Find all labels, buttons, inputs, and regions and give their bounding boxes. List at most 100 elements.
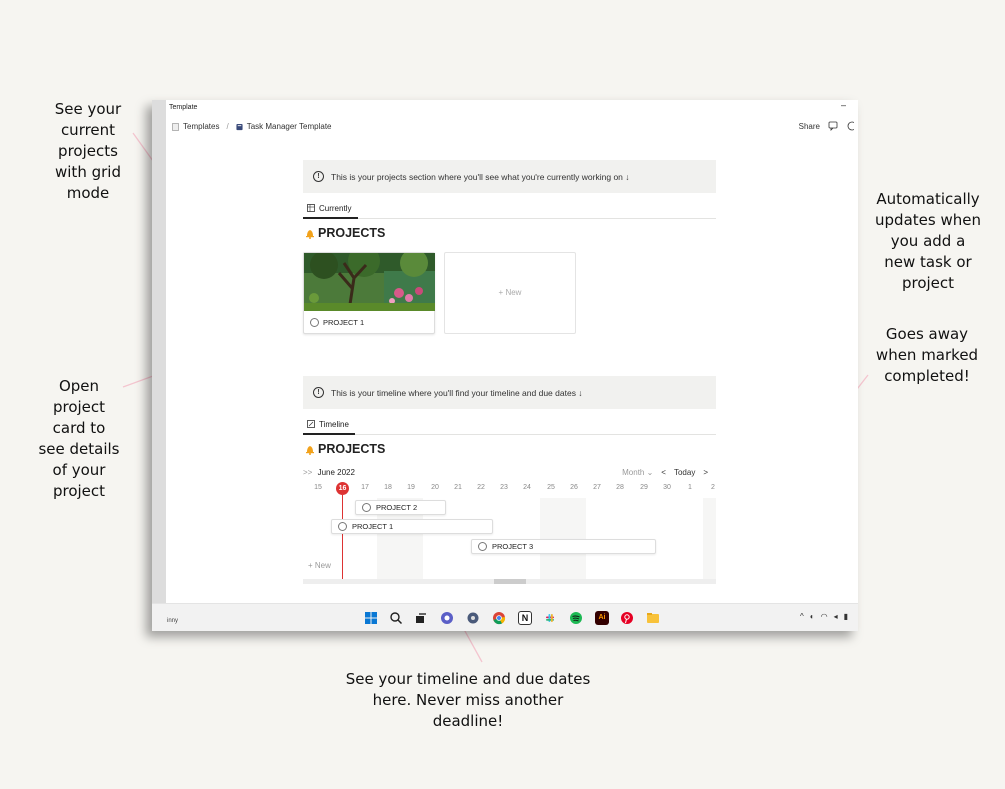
breadcrumb-templates[interactable]: Templates [183,122,219,131]
tab-active-indicator [303,217,358,219]
day-label: 25 [547,484,555,491]
day-label: 2 [711,484,715,491]
day-label: 26 [570,484,578,491]
taskbar-user-label: inny [167,618,179,624]
day-label: 15 [314,484,322,491]
day-label: 23 [500,484,508,491]
weekend-shade [703,498,716,582]
status-circle-icon [362,503,371,512]
projects-heading: PROJECTS [305,226,385,240]
system-tray: ^ ◐ ◠ ◂ ▮ [800,612,848,621]
timeline-callout-text: This is your timeline where you'll find … [331,387,583,398]
breadcrumb-separator: / [226,122,229,131]
month-text: June 2022 [317,468,355,477]
task-view-icon[interactable] [414,611,428,625]
tab-currently-label: Currently [319,203,352,213]
project-card-label: PROJECT 1 [323,318,365,327]
title-bar: Template – [152,100,858,118]
notebook-icon [236,123,243,130]
expand-icon[interactable]: >> [303,468,312,477]
tab-divider [303,434,716,435]
illustrator-icon[interactable]: Ai [595,611,609,625]
annotation-goes-away: Goes away when marked completed! [875,325,979,385]
timeline-bar-project-3[interactable]: PROJECT 3 [471,539,656,554]
day-label: 24 [523,484,531,491]
today-line [342,495,343,582]
volume-icon[interactable]: ◂ [834,612,838,621]
share-button[interactable]: Share [799,122,820,131]
comment-icon[interactable] [828,121,838,131]
breadcrumb-task-manager[interactable]: Task Manager Template [247,122,332,131]
app-window: Template – Templates / Task Manager Temp… [152,100,858,631]
status-circle-icon [310,318,319,327]
annotation-timeline: See your timeline and due dates here. Nev… [345,670,591,730]
day-label: 20 [431,484,439,491]
spotify-icon[interactable] [569,611,583,625]
chevron-down-icon: ⌄ [646,468,654,477]
timeline-bar-project-1[interactable]: PROJECT 1 [331,519,493,534]
timeline-new-button[interactable]: + New [308,561,331,570]
timeline-view: >> June 2022 Month ⌄ < Today > 15 17 18 … [303,462,716,584]
prev-button[interactable]: < [661,468,666,477]
annotation-grid-mode: See your current projects with grid mode [54,100,122,202]
tray-chevron-icon[interactable]: ^ [800,612,804,621]
folder-icon[interactable] [646,611,660,625]
notion-icon[interactable]: N [518,611,532,625]
window-left-edge [152,100,166,631]
day-label: 21 [454,484,462,491]
today-button[interactable]: Today [674,468,695,477]
timeline-bar-label: PROJECT 3 [492,542,534,551]
pinterest-icon[interactable] [620,611,634,625]
status-circle-icon [478,542,487,551]
battery-icon[interactable]: ▮ [844,612,848,621]
info-icon: ! [313,171,324,182]
timeline-controls: Month ⌄ < Today > [622,468,708,477]
top-actions: Share [799,121,854,131]
day-label: 1 [688,484,692,491]
view-selector-label: Month [622,468,645,477]
day-label: 18 [384,484,392,491]
project-card[interactable]: PROJECT 1 [303,252,435,334]
tray-chrome-icon[interactable]: ◐ [810,612,815,621]
table-icon [307,204,315,212]
timeline-bar-label: PROJECT 1 [352,522,394,531]
window-title: Template [169,104,198,111]
scrollbar-thumb[interactable] [494,579,526,584]
view-selector[interactable]: Month ⌄ [622,468,653,477]
projects-heading-text: PROJECTS [318,226,386,240]
windows-icon[interactable] [364,611,378,625]
day-label: 22 [477,484,485,491]
timeline-heading-text: PROJECTS [318,442,386,456]
tab-divider [303,218,716,219]
next-button[interactable]: > [703,468,708,477]
tab-active-indicator [303,433,355,435]
tab-currently[interactable]: Currently [303,200,355,216]
day-label: 17 [361,484,369,491]
horizontal-scrollbar[interactable] [303,579,716,584]
wifi-icon[interactable]: ◠ [821,612,828,621]
timeline-icon [307,420,315,428]
day-header: 15 17 18 19 20 21 22 23 24 25 26 27 28 2… [303,484,716,494]
settings-icon[interactable] [466,611,480,625]
chrome-icon[interactable] [492,611,506,625]
new-card-button[interactable]: + New [444,252,576,334]
day-label: 29 [640,484,648,491]
slack-icon[interactable] [543,611,557,625]
breadcrumb: Templates / Task Manager Template [172,122,332,131]
info-icon: ! [313,387,324,398]
updates-icon[interactable] [846,121,854,131]
project-card-title[interactable]: PROJECT 1 [310,318,364,327]
projects-callout-text: This is your projects section where you'… [331,171,630,182]
taskbar: inny N Ai ^ ◐ ◠ ◂ ▮ [152,603,858,631]
timeline-bar-project-2[interactable]: PROJECT 2 [355,500,446,515]
today-marker: 16 [336,482,349,495]
page-icon [172,122,179,131]
day-label: 27 [593,484,601,491]
chat-icon[interactable] [440,611,454,625]
new-card-label: + New [498,288,522,297]
tab-timeline[interactable]: Timeline [303,416,353,432]
search-icon[interactable] [389,611,403,625]
timeline-heading: PROJECTS [305,442,385,456]
bell-icon [306,229,314,239]
minimize-button[interactable]: – [841,100,846,110]
